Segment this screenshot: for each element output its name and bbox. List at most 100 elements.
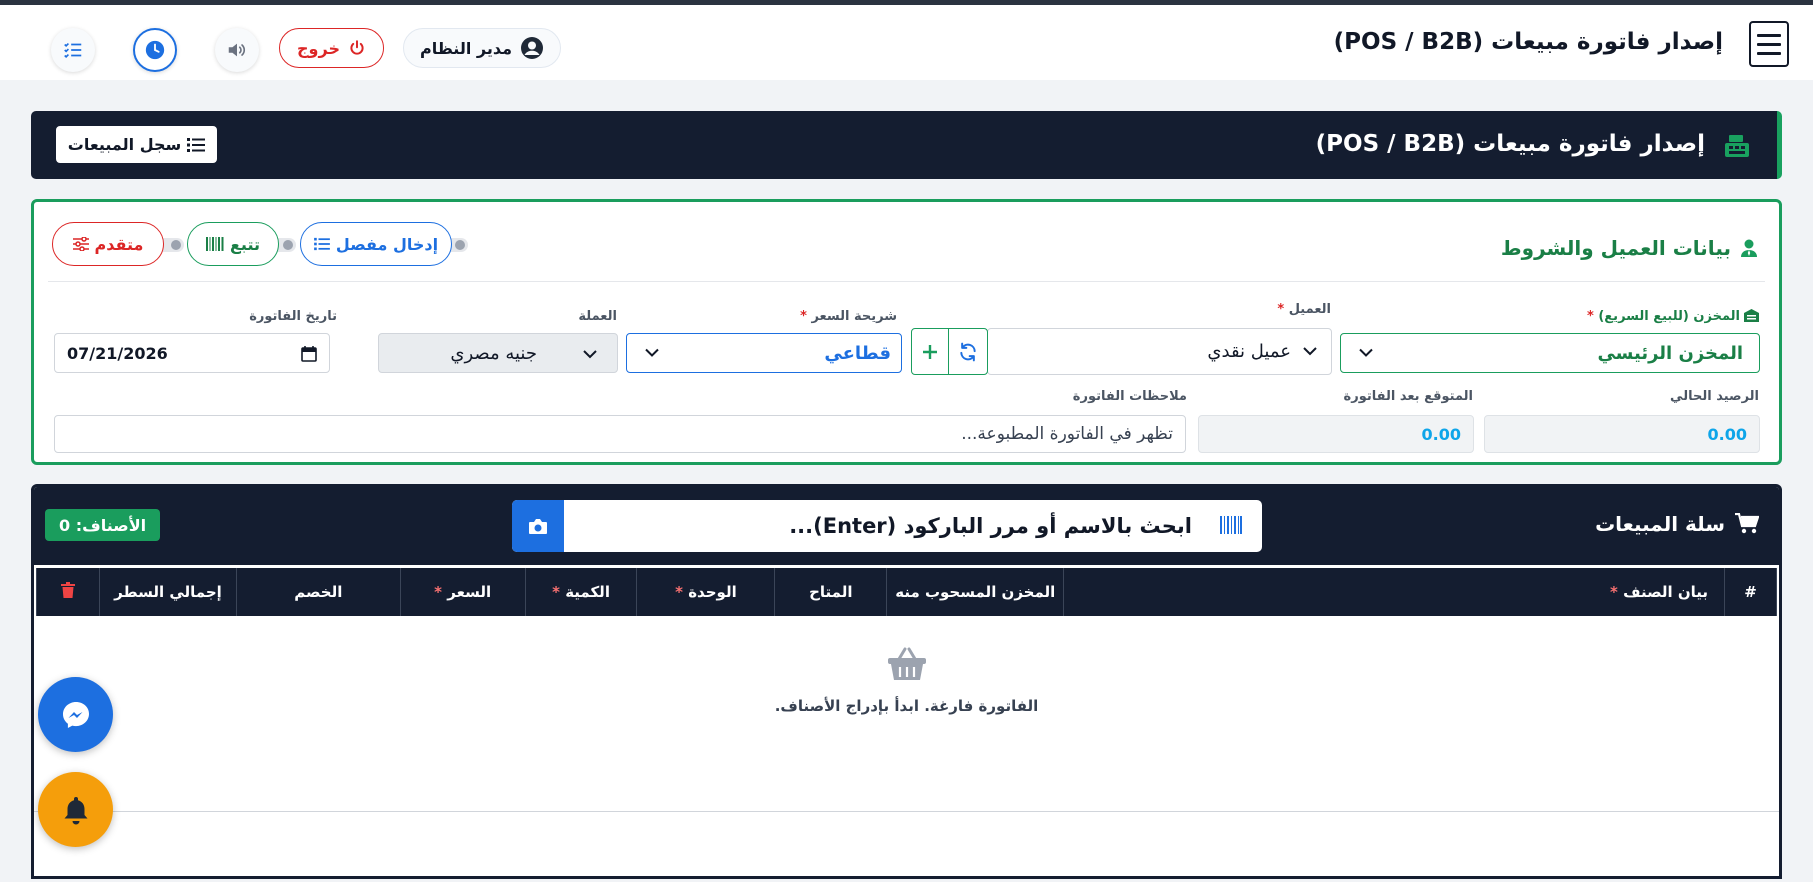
expected-balance-value: 0.00: [1421, 425, 1461, 444]
cart-title: سلة المبيعات: [1595, 512, 1759, 536]
currency-select[interactable]: جنيه مصري: [378, 333, 618, 373]
empty-cart-state: الفاتورة فارغة. ابدأ بإدراج الأصناف.: [34, 647, 1779, 715]
invoice-notes-label: ملاحظات الفاتورة: [1072, 389, 1187, 404]
track-label: تتبع: [230, 234, 260, 254]
cart-icon: [1735, 513, 1759, 534]
trash-icon[interactable]: [60, 582, 75, 598]
barcode-icon: [206, 237, 224, 251]
current-balance-label: الرصيد الحالي: [1670, 389, 1759, 404]
list-icon: [187, 137, 206, 152]
user-circle-icon: [521, 37, 544, 59]
invoice-date-label: تاريخ الفاتورة: [249, 309, 337, 324]
invoice-notes-input[interactable]: تظهر في الفاتورة المطبوعة...: [54, 415, 1186, 453]
warehouse-icon: [1744, 309, 1759, 322]
advanced-label: متقدم: [94, 234, 144, 254]
expected-balance-label: المتوقع بعد الفاتورة: [1343, 389, 1473, 404]
currency-label: العملة: [578, 309, 617, 324]
cart-title-text: سلة المبيعات: [1595, 512, 1725, 536]
current-balance-value: 0.00: [1707, 425, 1747, 444]
notes-placeholder: تظهر في الفاتورة المطبوعة...: [961, 424, 1173, 444]
camera-icon: [529, 518, 547, 534]
plus-icon: [923, 344, 937, 359]
table-bottom-rule: [34, 811, 1779, 812]
chevron-down-icon: [645, 348, 659, 357]
speaker-icon: [228, 43, 246, 57]
price-tier-value: قطاعي: [824, 342, 891, 364]
cart-header: سلة المبيعات ابحث بالاسم أو مرر الباركود…: [34, 487, 1779, 565]
top-bar: إصدار فاتورة مبيعات (POS / B2B) مدير الن…: [0, 5, 1813, 80]
customer-terms-card: بيانات العميل والشروط إدخال مفصل تتبع مت…: [31, 199, 1782, 465]
warehouse-select[interactable]: المخزن الرئيسي: [1340, 333, 1760, 373]
col-delete: [36, 568, 100, 616]
tasks-button[interactable]: [51, 28, 95, 72]
sales-cart: سلة المبيعات ابحث بالاسم أو مرر الباركود…: [31, 484, 1782, 879]
customer-section-title: بيانات العميل والشروط: [1501, 236, 1759, 260]
customer-section-title-text: بيانات العميل والشروط: [1500, 236, 1731, 260]
messenger-icon: [62, 701, 89, 728]
invoice-date-input[interactable]: 07/21/2026: [54, 333, 330, 373]
empty-cart-text: الفاتورة فارغة. ابدأ بإدراج الأصناف.: [774, 697, 1039, 715]
customer-select[interactable]: عميل نقدي: [987, 328, 1332, 375]
price-tier-label: شريحة السعر *: [800, 309, 897, 324]
sales-log-button[interactable]: سجل المبيعات: [56, 126, 217, 163]
chevron-down-icon: [583, 350, 597, 359]
currency-value: جنيه مصري: [450, 342, 537, 364]
clock-icon: [145, 40, 165, 60]
current-balance-field: 0.00: [1484, 415, 1760, 453]
user-name: مدير النظام: [419, 38, 513, 58]
refresh-icon: [960, 342, 976, 361]
col-unit: الوحدة *: [636, 568, 776, 616]
col-price: السعر *: [399, 568, 526, 616]
calendar-icon[interactable]: [301, 346, 317, 362]
camera-scan-button[interactable]: [512, 500, 564, 552]
sliders-icon: [72, 237, 89, 251]
expected-balance-field: 0.00: [1198, 415, 1474, 453]
basket-icon: [887, 647, 926, 680]
warehouse-value: المخزن الرئيسي: [1597, 342, 1743, 364]
invoice-date-value: 07/21/2026: [67, 343, 168, 363]
col-index: #: [1724, 568, 1777, 616]
invoice-header-card: إصدار فاتورة مبيعات (POS / B2B) سجل المب…: [31, 111, 1782, 179]
col-line-total: إجمالي السطر: [98, 568, 237, 616]
customer-value: عميل نقدي: [1207, 341, 1291, 362]
barcode-icon: [1220, 516, 1242, 534]
track-button[interactable]: تتبع: [187, 222, 279, 266]
add-customer-button[interactable]: [911, 328, 949, 375]
section-title: إصدار فاتورة مبيعات (POS / B2B): [1315, 131, 1705, 157]
col-source-warehouse: المخزن المسحوب منه: [886, 568, 1065, 616]
cash-register-icon: [1725, 135, 1749, 157]
list-icon: [314, 237, 330, 251]
clock-button[interactable]: [133, 28, 177, 72]
customer-label: العميل *: [1277, 302, 1331, 317]
search-placeholder: ابحث بالاسم أو مرر الباركود (Enter)...: [789, 514, 1192, 538]
col-item-desc: بيان الصنف *: [1063, 568, 1726, 616]
product-search-input[interactable]: ابحث بالاسم أو مرر الباركود (Enter)...: [512, 500, 1262, 552]
cart-items-table: # بيان الصنف * المخزن المسحوب منه المتاح…: [36, 568, 1777, 616]
warehouse-label: المخزن (للبيع السريع) *: [1587, 309, 1759, 324]
sales-log-label: سجل المبيعات: [67, 135, 182, 154]
messenger-button[interactable]: [38, 677, 113, 752]
sound-button[interactable]: [215, 28, 259, 72]
power-icon: [350, 40, 364, 55]
page-title: إصدار فاتورة مبيعات (POS / B2B): [1333, 29, 1723, 55]
logout-button[interactable]: خروج: [279, 28, 384, 68]
tasks-icon: [64, 42, 82, 59]
section-divider: [48, 281, 1765, 282]
logout-label: خروج: [297, 38, 340, 58]
notifications-button[interactable]: [38, 772, 113, 847]
price-tier-select[interactable]: قطاعي: [626, 333, 902, 373]
user-menu-button[interactable]: مدير النظام: [403, 28, 561, 68]
chevron-down-icon: [1359, 348, 1373, 357]
detailed-entry-button[interactable]: إدخال مفصل: [300, 222, 452, 266]
col-quantity: الكمية *: [524, 568, 638, 616]
user-tie-icon: [1741, 239, 1757, 257]
items-count-badge: الأصناف: 0: [45, 509, 161, 541]
bell-icon: [64, 796, 87, 824]
col-discount: الخصم: [235, 568, 401, 616]
detailed-entry-label: إدخال مفصل: [335, 234, 439, 254]
chevron-down-icon: [1303, 347, 1317, 356]
menu-icon[interactable]: [1749, 21, 1789, 67]
refresh-customers-button[interactable]: [948, 328, 988, 375]
advanced-button[interactable]: متقدم: [52, 222, 164, 266]
col-available: المتاح: [774, 568, 888, 616]
